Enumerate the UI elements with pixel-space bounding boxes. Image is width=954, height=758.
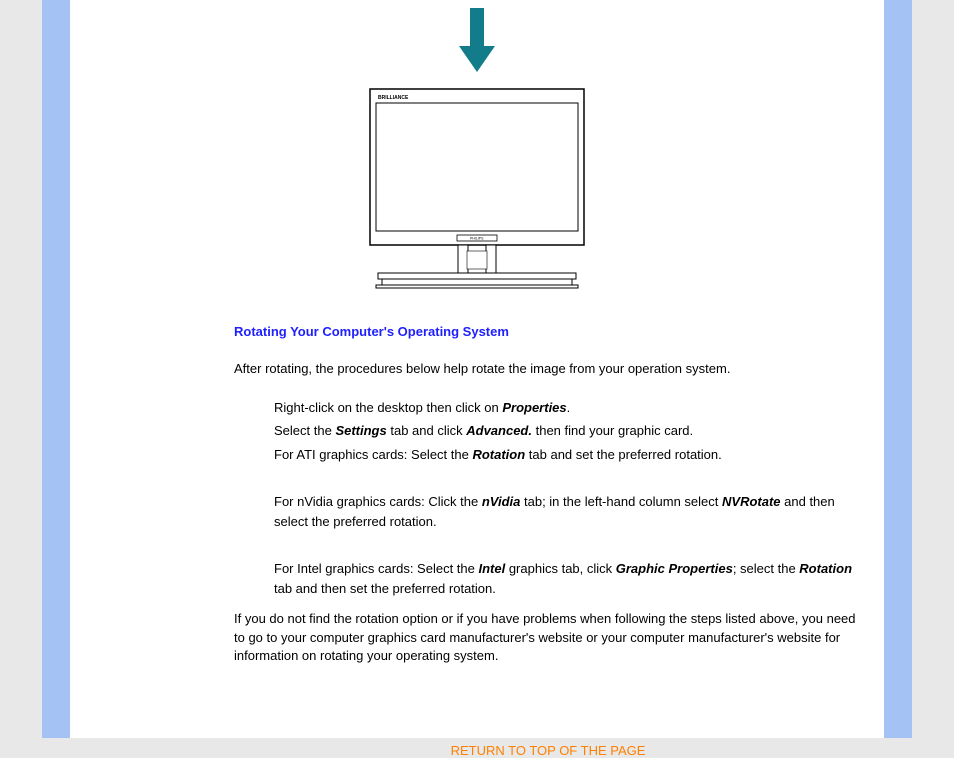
text: Right-click on the desktop then click on <box>274 400 502 415</box>
text: tab and then set the preferred rotation. <box>274 581 496 596</box>
text: graphics tab, click <box>505 561 616 576</box>
svg-text:PHILIPS: PHILIPS <box>470 237 484 241</box>
svg-text:BRILLIANCE: BRILLIANCE <box>378 95 409 101</box>
text: then find your graphic card. <box>532 423 693 438</box>
emph: Properties <box>502 400 566 415</box>
step-group-3: For Intel graphics cards: Select the Int… <box>274 559 862 598</box>
emph: Rotation <box>799 561 852 576</box>
emph: Advanced. <box>466 423 532 438</box>
intro-text: After rotating, the procedures below hel… <box>234 361 862 378</box>
text: tab; in the left-hand column select <box>520 494 722 509</box>
emph: NVRotate <box>722 494 781 509</box>
section-heading: Rotating Your Computer's Operating Syste… <box>234 324 862 339</box>
text: For nVidia graphics cards: Click the <box>274 494 482 509</box>
text: tab and set the preferred rotation. <box>525 447 722 462</box>
text: For Intel graphics cards: Select the <box>274 561 478 576</box>
text: Select the <box>274 423 335 438</box>
text: ; select the <box>733 561 799 576</box>
emph: Settings <box>335 423 386 438</box>
text: . <box>567 400 571 415</box>
emph: Graphic Properties <box>616 561 733 576</box>
text: tab and click <box>387 423 467 438</box>
outro-text: If you do not find the rotation option o… <box>234 610 862 665</box>
emph: Rotation <box>472 447 525 462</box>
emph: nVidia <box>482 494 521 509</box>
text: For ATI graphics cards: Select the <box>274 447 472 462</box>
step-group-2: For nVidia graphics cards: Click the nVi… <box>274 492 862 531</box>
monitor-illustration: BRILLIANCE PHILIPS <box>70 83 884 296</box>
emph: Intel <box>478 561 505 576</box>
return-to-top-link[interactable]: RETURN TO TOP OF THE PAGE <box>451 743 646 758</box>
step-group-1: Right-click on the desktop then click on… <box>274 398 862 465</box>
down-arrow-icon <box>70 0 884 77</box>
